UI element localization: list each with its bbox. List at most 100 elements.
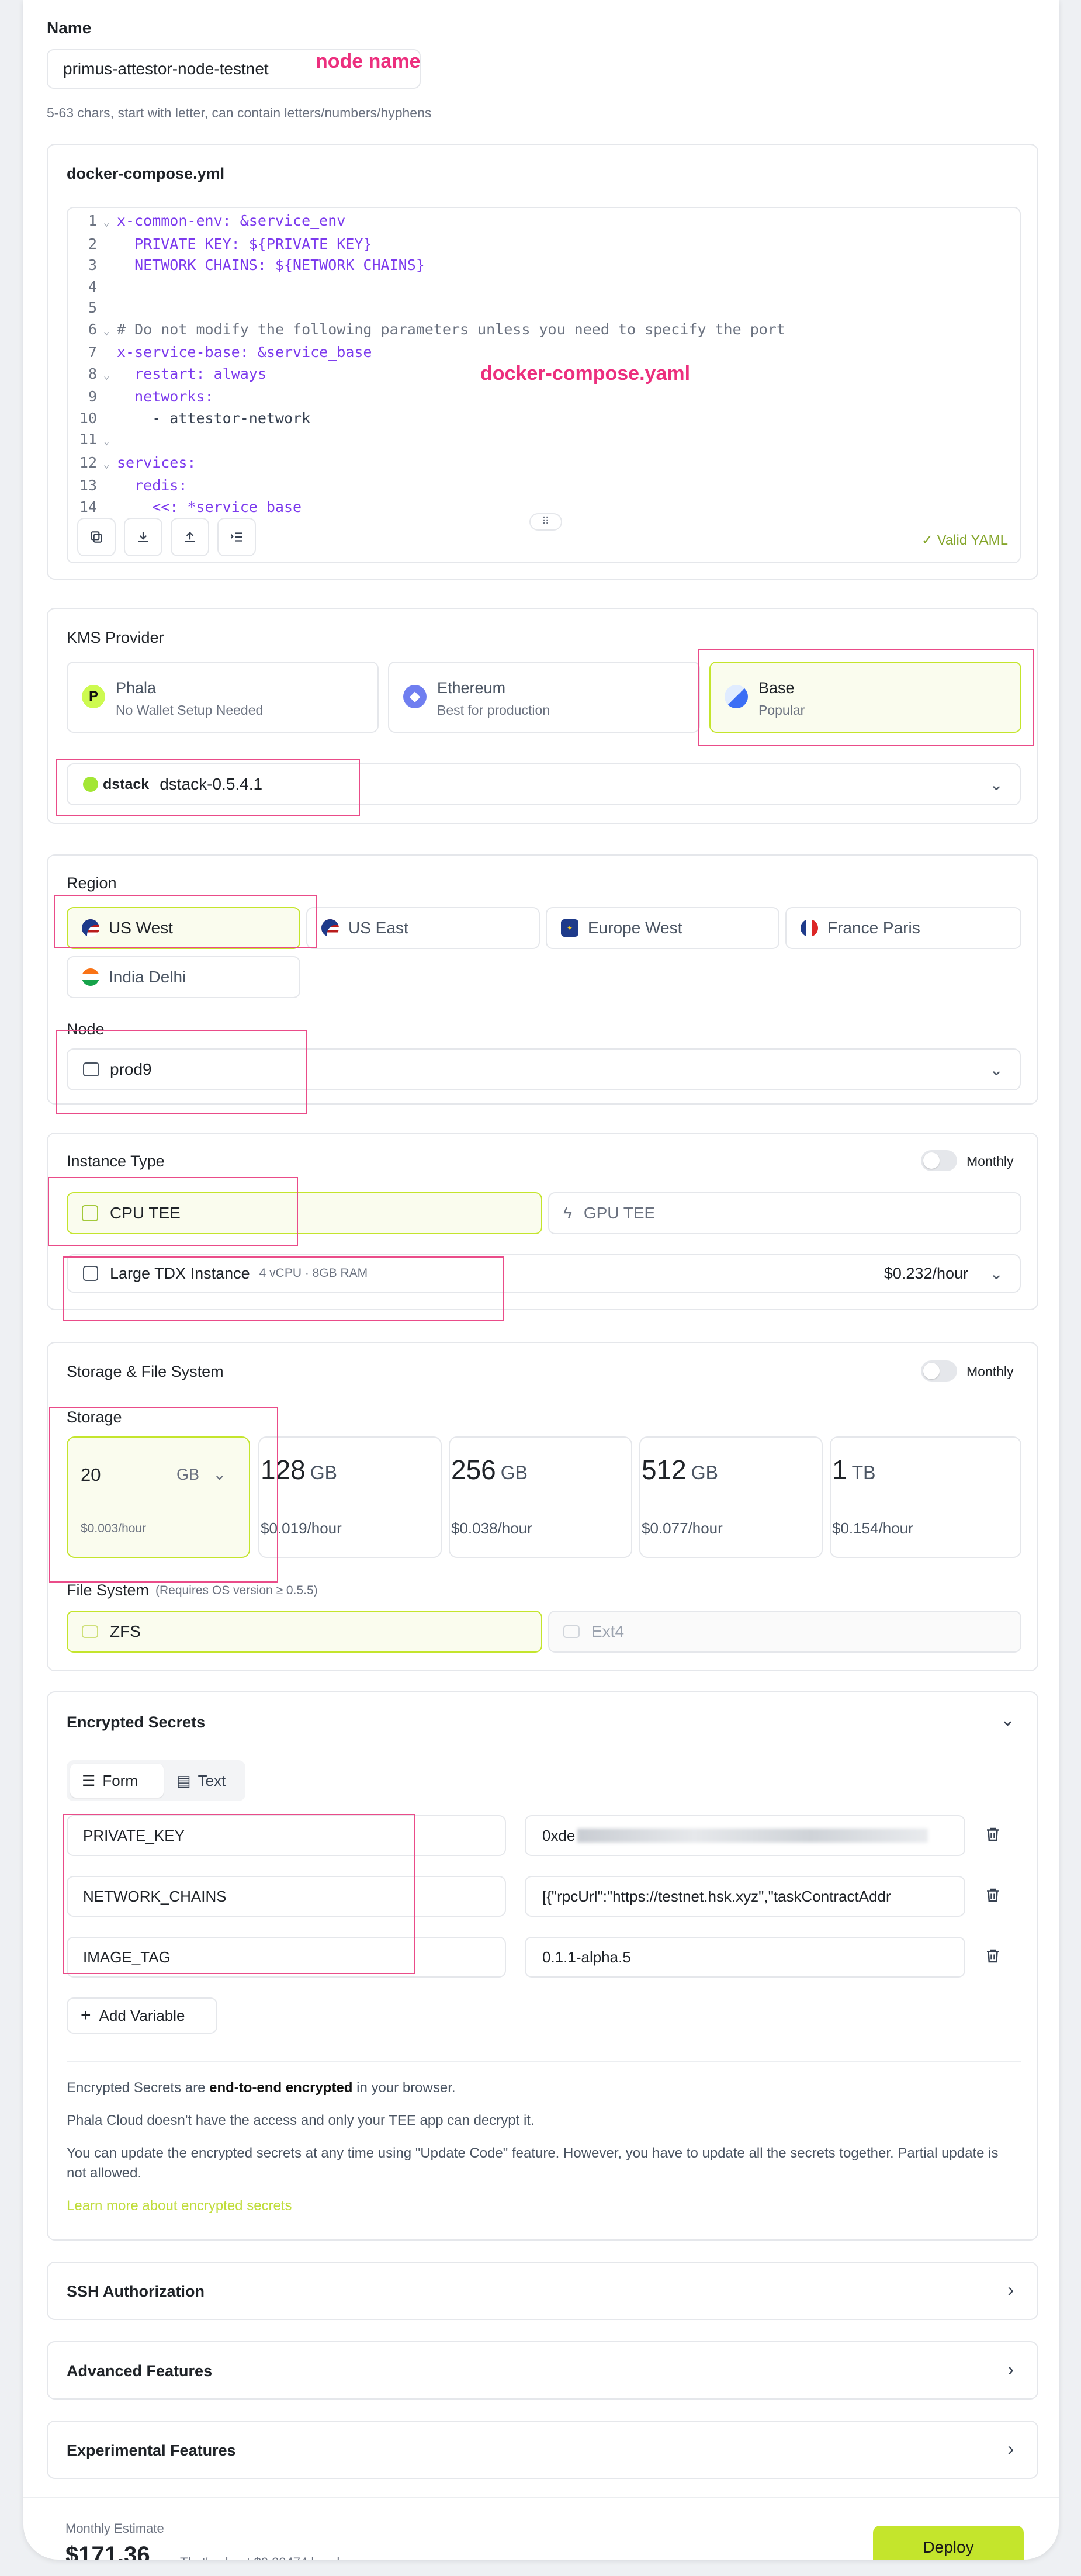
plus-icon: + — [81, 2006, 91, 2025]
fs-ext4[interactable]: Ext4 — [548, 1611, 1021, 1653]
instance-size-select[interactable]: Large TDX Instance 4 vCPU · 8GB RAM $0.2… — [67, 1254, 1021, 1293]
deploy-form: Name primus-attestor-node-testnet node n… — [23, 0, 1059, 2560]
collapsible-section[interactable]: SSH Authorization › — [47, 2262, 1038, 2320]
storage-tier-option[interactable]: 256 GB $0.038/hour — [449, 1436, 632, 1558]
region-india-delhi[interactable]: India Delhi — [67, 956, 300, 998]
dstack-logo: dstack — [103, 775, 150, 792]
line-number: 7 — [88, 344, 97, 361]
redacted-value — [577, 1829, 928, 1843]
region-us-east[interactable]: US East — [306, 907, 540, 949]
secret-value-input[interactable]: 0xde — [525, 1815, 965, 1856]
ethereum-icon: ◆ — [403, 685, 427, 708]
download-icon — [138, 532, 148, 542]
storage-tier-option[interactable]: 1 TB $0.154/hour — [830, 1436, 1021, 1558]
storage-custom-value[interactable]: 20 — [81, 1464, 101, 1486]
line-number: 4 — [88, 278, 97, 295]
code-line: 9 networks: — [74, 386, 785, 408]
instance-cpu-tee[interactable]: CPU TEE — [67, 1192, 542, 1234]
secret-value-input[interactable]: 0.1.1-alpha.5 — [525, 1937, 965, 1978]
instance-gpu-tee[interactable]: ϟ GPU TEE — [548, 1192, 1021, 1234]
code-text: NETWORK_CHAINS: ${NETWORK_CHAINS} — [117, 257, 425, 273]
instance-card: Instance Type Monthly CPU TEE ϟ GPU TEE … — [47, 1133, 1038, 1310]
chevron-down-icon[interactable]: ⌄ — [1000, 1710, 1015, 1730]
deploy-button[interactable]: Deploy — [873, 2526, 1024, 2560]
phala-icon: P — [82, 685, 105, 708]
format-button[interactable] — [217, 518, 256, 556]
fold-icon[interactable]: ⌄ — [97, 365, 117, 387]
code-line: 11 ⌄ — [74, 429, 785, 452]
kms-option-phala[interactable]: P Phala No Wallet Setup Needed — [67, 662, 379, 733]
storage-tier-number: 512 — [642, 1455, 687, 1485]
upload-button[interactable] — [171, 518, 209, 556]
add-variable-button[interactable]: + Add Variable — [67, 1997, 217, 2034]
secret-key-input[interactable]: NETWORK_CHAINS — [67, 1876, 506, 1917]
resize-handle[interactable]: ⠿ — [529, 513, 562, 531]
kms-option-ethereum[interactable]: ◆ Ethereum Best for production — [388, 662, 700, 733]
copy-button[interactable] — [77, 518, 116, 556]
valid-yaml-status: ✓ Valid YAML — [921, 532, 1008, 549]
kms-card: KMS Provider P Phala No Wallet Setup Nee… — [47, 608, 1038, 824]
lightning-icon: ϟ — [563, 1204, 572, 1222]
fs-zfs[interactable]: ZFS — [67, 1611, 542, 1653]
instance-label: Instance Type — [67, 1152, 165, 1170]
region-us-west[interactable]: US West — [67, 907, 300, 949]
storage-tier-size: 1 TB — [832, 1454, 875, 1486]
compose-title: docker-compose.yml — [67, 165, 225, 182]
document-icon: ▤ — [176, 1771, 191, 1789]
check-icon: ✓ — [921, 532, 937, 548]
secrets-card: Encrypted Secrets ⌄ ☰ Form ▤ Text PRIVATE_… — [47, 1691, 1038, 2241]
trash-icon[interactable] — [984, 1947, 1004, 1967]
chevron-down-icon[interactable]: ⌄ — [349, 2555, 360, 2560]
region-france-paris[interactable]: France Paris — [785, 907, 1021, 949]
secret-value-input[interactable]: [{"rpcUrl":"https://testnet.hsk.xyz","ta… — [525, 1876, 965, 1917]
instance-option-label: GPU TEE — [583, 1204, 656, 1222]
chevron-down-icon: ⌄ — [213, 1466, 227, 1483]
secrets-note-line1: Encrypted Secrets are end-to-end encrypt… — [67, 2080, 456, 2096]
chevron-down-icon: ⌄ — [989, 1060, 1003, 1079]
line-number: 3 — [88, 257, 97, 273]
secret-key-input[interactable]: IMAGE_TAG — [67, 1937, 506, 1978]
fold-icon[interactable]: ⌄ — [97, 321, 117, 342]
download-button[interactable] — [124, 518, 162, 556]
cpu-icon — [82, 1205, 98, 1221]
line-number: 10 — [79, 409, 97, 427]
code-line: 2 PRIVATE_KEY: ${PRIVATE_KEY} — [74, 234, 785, 255]
trash-icon[interactable] — [984, 1886, 1004, 1906]
line-number: 14 — [79, 498, 97, 515]
yaml-editor[interactable]: 1 ⌄ x-common-env: &service_env 2 PRIVATE_K… — [67, 207, 1021, 563]
trash-icon[interactable] — [984, 1826, 1004, 1846]
compose-card: docker-compose.yml 1 ⌄ x-common-env: &ser… — [47, 144, 1038, 580]
kms-option-base[interactable]: Base Popular — [709, 662, 1021, 733]
secrets-note-line2: Phala Cloud doesn't have the access and … — [67, 2113, 535, 2128]
storage-custom-option[interactable]: 20 GB ⌄ $0.003/hour — [67, 1436, 250, 1558]
tab-form[interactable]: ☰ Form — [70, 1764, 164, 1798]
fold-icon[interactable]: ⌄ — [97, 431, 117, 452]
storage-tier-price: $0.154/hour — [832, 1519, 913, 1537]
region-option-label: India Delhi — [109, 968, 186, 986]
secret-key-value: PRIVATE_KEY — [83, 1826, 185, 1844]
chevron-right-icon: › — [1007, 2279, 1014, 2300]
instance-monthly-toggle[interactable] — [921, 1150, 957, 1171]
secret-key-input[interactable]: PRIVATE_KEY — [67, 1815, 506, 1856]
learn-more-link[interactable]: Learn more about encrypted secrets — [67, 2196, 1021, 2216]
region-europe-west[interactable]: ✦ Europe West — [546, 907, 779, 949]
tab-form-label: Form — [102, 1771, 138, 1789]
node-select[interactable]: prod9 ⌄ — [67, 1048, 1021, 1090]
os-image-select[interactable]: dstack dstack-0.5.4.1 ⌄ — [67, 763, 1021, 805]
storage-tier-option[interactable]: 512 GB $0.077/hour — [639, 1436, 823, 1558]
fold-icon[interactable]: ⌄ — [97, 212, 117, 234]
tab-text-label: Text — [198, 1771, 226, 1789]
collapsible-section[interactable]: Advanced Features › — [47, 2341, 1038, 2400]
code-text: PRIVATE_KEY: ${PRIVATE_KEY} — [117, 235, 372, 252]
tab-text[interactable]: ▤ Text — [169, 1764, 242, 1798]
collapsible-section[interactable]: Experimental Features › — [47, 2421, 1038, 2479]
storage-tier-size: 128 GB — [261, 1454, 337, 1486]
fold-icon[interactable]: ⌄ — [97, 454, 117, 476]
storage-monthly-toggle[interactable] — [921, 1360, 957, 1382]
kms-label: KMS Provider — [67, 629, 164, 646]
fs-option-label: Ext4 — [591, 1622, 625, 1640]
line-number: 2 — [88, 235, 97, 252]
storage-unit-select[interactable]: GB ⌄ — [176, 1466, 226, 1484]
storage-tier-option[interactable]: 128 GB $0.019/hour — [258, 1436, 442, 1558]
add-variable-label: Add Variable — [99, 2006, 185, 2024]
